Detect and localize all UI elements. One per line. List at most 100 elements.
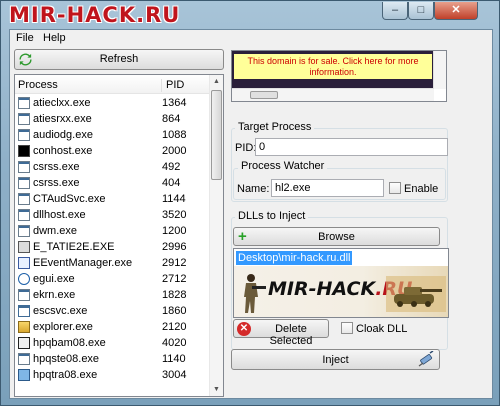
ad-banner[interactable]: This domain is for sale. Click here for …	[231, 50, 447, 102]
scroll-thumb[interactable]	[211, 90, 222, 180]
ad-scrollbar-vertical[interactable]	[433, 51, 446, 89]
process-pid: 404	[162, 177, 181, 189]
process-row[interactable]: hpqste08.exe 1140	[15, 351, 210, 367]
process-row[interactable]: EEventManager.exe 2912	[15, 255, 210, 271]
generic-app-icon	[18, 209, 30, 221]
name-label: Name:	[237, 183, 270, 195]
generic-app-icon	[18, 97, 30, 109]
process-rows: atieclxx.exe 1364 atiesrxx.exe 864 audiodg.e…	[15, 95, 210, 383]
maximize-button[interactable]: □	[408, 2, 434, 20]
process-name: atiesrxx.exe	[33, 113, 92, 125]
process-name: atieclxx.exe	[33, 97, 91, 109]
minimize-button[interactable]: –	[382, 2, 408, 20]
ad-text[interactable]: This domain is for sale. Click here for …	[234, 54, 432, 79]
process-name: hpqtra08.exe	[33, 369, 98, 381]
browse-button[interactable]: + Browse	[233, 227, 440, 246]
process-name: dwm.exe	[33, 225, 78, 237]
process-row[interactable]: audiodg.exe 1088	[15, 127, 210, 143]
pid-field[interactable]: 0	[255, 138, 448, 156]
enable-checkbox[interactable]	[389, 182, 401, 194]
process-name: csrss.exe	[33, 161, 80, 173]
dll-list-item[interactable]: Desktop\mir-hack.ru.dll	[236, 251, 353, 265]
browse-label: Browse	[318, 231, 355, 243]
process-row[interactable]: E_TATIE2E.EXE 2996	[15, 239, 210, 255]
process-row[interactable]: hpqbam08.exe 4020	[15, 335, 210, 351]
process-row[interactable]: csrss.exe 492	[15, 159, 210, 175]
process-row[interactable]: dwm.exe 1200	[15, 223, 210, 239]
scroll-down-icon[interactable]: ▼	[210, 383, 223, 396]
inject-label: Inject	[322, 354, 349, 366]
process-name-field[interactable]: hl2.exe	[271, 179, 384, 197]
process-row[interactable]: explorer.exe 2120	[15, 319, 210, 335]
process-pid: 1144	[162, 193, 186, 205]
process-pid: 2120	[162, 321, 187, 333]
process-row[interactable]: hpqtra08.exe 3004	[15, 367, 210, 383]
column-process[interactable]: Process	[18, 79, 58, 91]
process-name: csrss.exe	[33, 177, 80, 189]
process-list[interactable]: Process PID atieclxx.exe 1364 atiesrxx.exe…	[14, 74, 224, 397]
event-manager-icon	[18, 257, 30, 269]
process-name: CTAudSvc.exe	[33, 193, 106, 205]
process-pid: 1860	[162, 305, 187, 317]
syringe-icon	[418, 351, 434, 367]
ad-scrollbar-horizontal[interactable]	[232, 88, 434, 101]
process-name: hpqste08.exe	[33, 353, 100, 365]
generic-app-icon	[18, 225, 30, 237]
process-name: escsvc.exe	[33, 305, 88, 317]
console-icon	[18, 145, 30, 157]
dlls-legend: DLLs to Inject	[235, 210, 309, 222]
refresh-label: Refresh	[99, 53, 139, 65]
list-scrollbar[interactable]: ▲ ▼	[209, 75, 223, 396]
process-name: ekrn.exe	[33, 289, 76, 301]
process-name: explorer.exe	[33, 321, 93, 333]
generic-app-icon	[18, 129, 30, 141]
process-pid: 3004	[162, 369, 187, 381]
refresh-button[interactable]: Refresh	[14, 49, 224, 70]
process-row[interactable]: escsvc.exe 1860	[15, 303, 210, 319]
title-bar[interactable]: MIR-HACK.RU – □ ✕	[1, 1, 499, 29]
close-button[interactable]: ✕	[434, 2, 478, 20]
menu-bar: File Help	[10, 30, 492, 47]
soldier-icon	[244, 274, 266, 313]
process-row[interactable]: csrss.exe 404	[15, 175, 210, 191]
pid-label: PID:	[235, 142, 257, 154]
process-name: EEventManager.exe	[33, 257, 133, 269]
process-pid: 864	[162, 113, 181, 125]
process-row[interactable]: atieclxx.exe 1364	[15, 95, 210, 111]
process-name: hpqbam08.exe	[33, 337, 106, 349]
dll-list[interactable]: Desktop\mir-hack.ru.dll MIR-HACK.RU	[233, 248, 449, 318]
process-pid: 1088	[162, 129, 187, 141]
column-pid[interactable]: PID	[161, 79, 184, 92]
cloak-dll-checkbox[interactable]	[341, 322, 353, 334]
process-name: E_TATIE2E.EXE	[33, 241, 115, 253]
tank-icon	[386, 276, 446, 312]
client-area: File Help Refresh Process PID atieclxx.e…	[9, 29, 493, 399]
hp-tray-icon	[18, 369, 30, 381]
delete-selected-button[interactable]: ✕ Delete Selected	[233, 319, 329, 347]
process-pid: 3520	[162, 209, 187, 221]
menu-file[interactable]: File	[16, 32, 34, 44]
process-row[interactable]: ekrn.exe 1828	[15, 287, 210, 303]
process-pid: 2712	[162, 273, 187, 285]
process-row[interactable]: dllhost.exe 3520	[15, 207, 210, 223]
cloak-dll-label: Cloak DLL	[356, 323, 408, 335]
scroll-up-icon[interactable]: ▲	[210, 75, 223, 88]
process-row[interactable]: egui.exe 2712	[15, 271, 210, 287]
process-row[interactable]: CTAudSvc.exe 1144	[15, 191, 210, 207]
menu-help[interactable]: Help	[43, 32, 66, 44]
process-name: conhost.exe	[33, 145, 93, 157]
ad-scroll-thumb[interactable]	[250, 91, 278, 99]
process-pid: 4020	[162, 337, 187, 349]
target-process-legend: Target Process	[235, 121, 315, 133]
logo-image: MIR-HACK.RU	[234, 266, 448, 317]
process-pid: 2996	[162, 241, 187, 253]
inject-button[interactable]: Inject	[231, 349, 440, 370]
process-pid: 1140	[162, 353, 186, 365]
delete-icon: ✕	[237, 322, 251, 336]
process-row[interactable]: atiesrxx.exe 864	[15, 111, 210, 127]
hp-pen-icon	[18, 337, 30, 349]
explorer-icon	[18, 321, 30, 333]
process-pid: 1200	[162, 225, 187, 237]
process-row[interactable]: conhost.exe 2000	[15, 143, 210, 159]
delete-label: Delete Selected	[269, 323, 313, 347]
